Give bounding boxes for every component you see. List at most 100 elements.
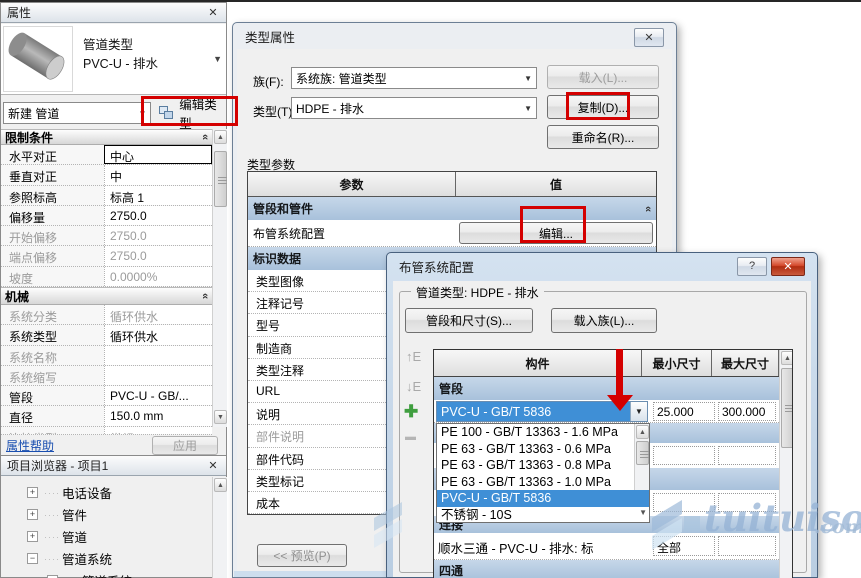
property-value-field[interactable]: 中心 [104, 145, 212, 165]
connection-value[interactable]: 顺水三通 - PVC-U - 排水: 标 [438, 538, 648, 557]
dropdown-item[interactable]: PE 63 - GB/T 13363 - 1.0 MPa [437, 474, 649, 491]
close-button[interactable]: ✕ [634, 27, 664, 47]
help-button[interactable]: ? [737, 256, 767, 276]
property-row: 偏移量 2750.0 [1, 205, 212, 227]
properties-scrollbar[interactable]: ▲ ▼ [212, 129, 227, 427]
type-dialog-titlebar[interactable]: 类型属性 ✕ [233, 23, 676, 49]
property-value-field[interactable]: PVC-U - GB/... [104, 386, 212, 406]
property-value-field[interactable]: 150.0 mm [104, 406, 212, 426]
dropdown-item[interactable]: PE 100 - GB/T 13363 - 1.6 MPa [437, 424, 649, 441]
expand-icon[interactable]: − [27, 553, 38, 564]
scroll-down-icon[interactable]: ▼ [214, 410, 227, 424]
collapse-icon[interactable]: « [642, 205, 654, 211]
move-down-icon[interactable]: ↓Ε [406, 379, 421, 394]
tree-item-label[interactable]: 管件 [62, 505, 87, 524]
mechanical-header[interactable]: 机械 « [1, 287, 212, 305]
tree-item[interactable]: + ···· 管道 [27, 527, 87, 546]
expand-icon[interactable]: + [27, 531, 38, 542]
max-size-cell[interactable]: 300.000 [718, 402, 776, 421]
property-row: 端点偏移 2750.0 [1, 246, 212, 267]
family-combobox[interactable]: 系统族: 管道类型 ▼ [291, 67, 537, 89]
type-combobox[interactable]: HDPE - 排水 ▼ [291, 97, 537, 119]
scroll-up-icon[interactable]: ▲ [636, 425, 649, 439]
property-value-field[interactable]: 2750.0 [104, 205, 212, 226]
scroll-up-icon[interactable]: ▲ [781, 351, 792, 365]
expand-icon[interactable]: + [27, 487, 38, 498]
property-row-partial: 连接类型 常规 [1, 426, 212, 435]
dropdown-scrollbar[interactable]: ▲ [634, 424, 649, 490]
edit-routing-button[interactable]: 编辑... [459, 222, 653, 244]
segment-combobox[interactable]: PVC-U - GB/T 5836 ▼ [436, 401, 648, 422]
combo-dropdown-button[interactable]: ▼ [630, 402, 647, 421]
load-family-button[interactable]: 载入族(L)... [551, 308, 657, 333]
tree-item[interactable]: − ···· 管道系统 [47, 571, 132, 578]
property-value-field: 0.0000% [104, 266, 212, 287]
dropdown-item-selected[interactable]: PVC-U - GB/T 5836 [437, 490, 649, 507]
browser-title: 项目浏览器 - 项目1 [7, 459, 109, 473]
preview-button[interactable]: << 预览(P) [257, 544, 347, 567]
property-value-field[interactable]: 标高 1 [104, 185, 212, 205]
scroll-up-icon[interactable]: ▲ [214, 130, 227, 144]
scroll-down-icon[interactable]: ▼ [639, 508, 647, 517]
dropdown-item[interactable]: PE 63 - GB/T 13363 - 0.6 MPa [437, 441, 649, 458]
components-scrollbar[interactable]: ▲ [779, 350, 792, 578]
close-icon[interactable]: ✕ [206, 459, 220, 472]
rename-button[interactable]: 重命名(R)... [547, 125, 659, 149]
col-header-max-size[interactable]: 最大尺寸 [712, 350, 779, 376]
components-table: 构件 最小尺寸 最大尺寸 管段 PVC-U - GB/T 5836 ▼ 25.0… [433, 349, 793, 578]
tree-item[interactable]: − ···· 管道系统 [27, 549, 112, 568]
tree-item[interactable]: + ···· 管件 [27, 505, 87, 524]
load-button[interactable]: 载入(L)... [547, 65, 659, 89]
property-value-field [104, 365, 212, 386]
close-icon: ✕ [644, 31, 654, 44]
tree-item-label[interactable]: 管道系统 [62, 549, 112, 568]
col-header-component[interactable]: 构件 [434, 350, 642, 376]
collapse-icon[interactable]: « [199, 134, 211, 140]
browser-tree: + ···· 电话设备 + ···· 管件 + ···· 管道 − ···· 管… [1, 477, 212, 578]
property-value-field: 2750.0 [104, 226, 212, 246]
close-button[interactable]: ✕ [771, 256, 805, 276]
property-value-field[interactable]: 循环供水 [104, 325, 212, 345]
constraints-header[interactable]: 限制条件 « [1, 129, 212, 145]
col-header-param[interactable]: 参数 [248, 172, 456, 196]
tree-item[interactable]: + ···· 电话设备 [27, 483, 112, 502]
scroll-up-icon[interactable]: ▲ [214, 478, 227, 492]
tree-item-label[interactable]: 电话设备 [62, 483, 112, 502]
properties-titlebar[interactable]: 属性 ✕ [1, 3, 226, 23]
type-selector[interactable]: 管道类型 PVC-U - 排水 ▼ [1, 24, 226, 95]
min-size-cell[interactable]: 25.000 [653, 402, 715, 421]
routing-dialog-titlebar[interactable]: 布管系统配置 ? ✕ [387, 253, 817, 279]
expand-icon[interactable]: + [27, 509, 38, 520]
property-value-field[interactable]: 中 [104, 165, 212, 185]
browser-scrollbar[interactable]: ▲ [212, 477, 227, 578]
min-size-cell[interactable]: 全部 [653, 536, 715, 556]
segment-band: 管段 [434, 377, 779, 400]
selector-dropdown-icon[interactable]: ▼ [213, 54, 226, 64]
dropdown-item[interactable]: 不锈钢 - 10S [437, 507, 649, 524]
col-header-value[interactable]: 值 [456, 172, 656, 196]
col-header-min-size[interactable]: 最小尺寸 [642, 350, 712, 376]
browser-titlebar[interactable]: 项目浏览器 - 项目1 ✕ [1, 456, 226, 476]
new-element-value: 新建 管道 [8, 106, 60, 121]
move-up-icon[interactable]: ↑Ε [406, 349, 421, 364]
max-size-cell[interactable] [718, 536, 776, 556]
duplicate-button[interactable]: 复制(D)... [547, 95, 659, 119]
routing-preferences-dialog: 布管系统配置 ? ✕ 管道类型: HDPE - 排水 管段和尺寸(S)... 载… [386, 252, 818, 578]
tree-item-label[interactable]: 管道 [62, 527, 87, 546]
properties-title: 属性 [7, 6, 32, 20]
property-row: 参照标高 标高 1 [1, 185, 212, 206]
collapse-icon[interactable]: « [199, 293, 211, 299]
remove-row-icon[interactable]: ▬ [405, 431, 416, 443]
edit-type-button[interactable]: 编辑类型 [179, 94, 226, 132]
apply-button[interactable]: 应用 [152, 435, 218, 455]
tree-item-label[interactable]: 管道系统 [82, 571, 132, 578]
dropdown-item[interactable]: PE 63 - GB/T 13363 - 0.8 MPa [437, 457, 649, 474]
new-element-combobox[interactable]: 新建 管道 ▼ [3, 102, 152, 124]
property-row: 系统缩写 [1, 365, 212, 387]
selector-type: PVC-U - 排水 [83, 57, 159, 71]
segments-sizes-button[interactable]: 管段和尺寸(S)... [405, 308, 533, 333]
properties-help-link[interactable]: 属性帮助 [6, 437, 54, 454]
close-icon[interactable]: ✕ [206, 6, 220, 19]
add-row-icon[interactable]: ✚ [404, 402, 418, 422]
group-row-segments[interactable]: 管段和管件 « [248, 197, 656, 220]
